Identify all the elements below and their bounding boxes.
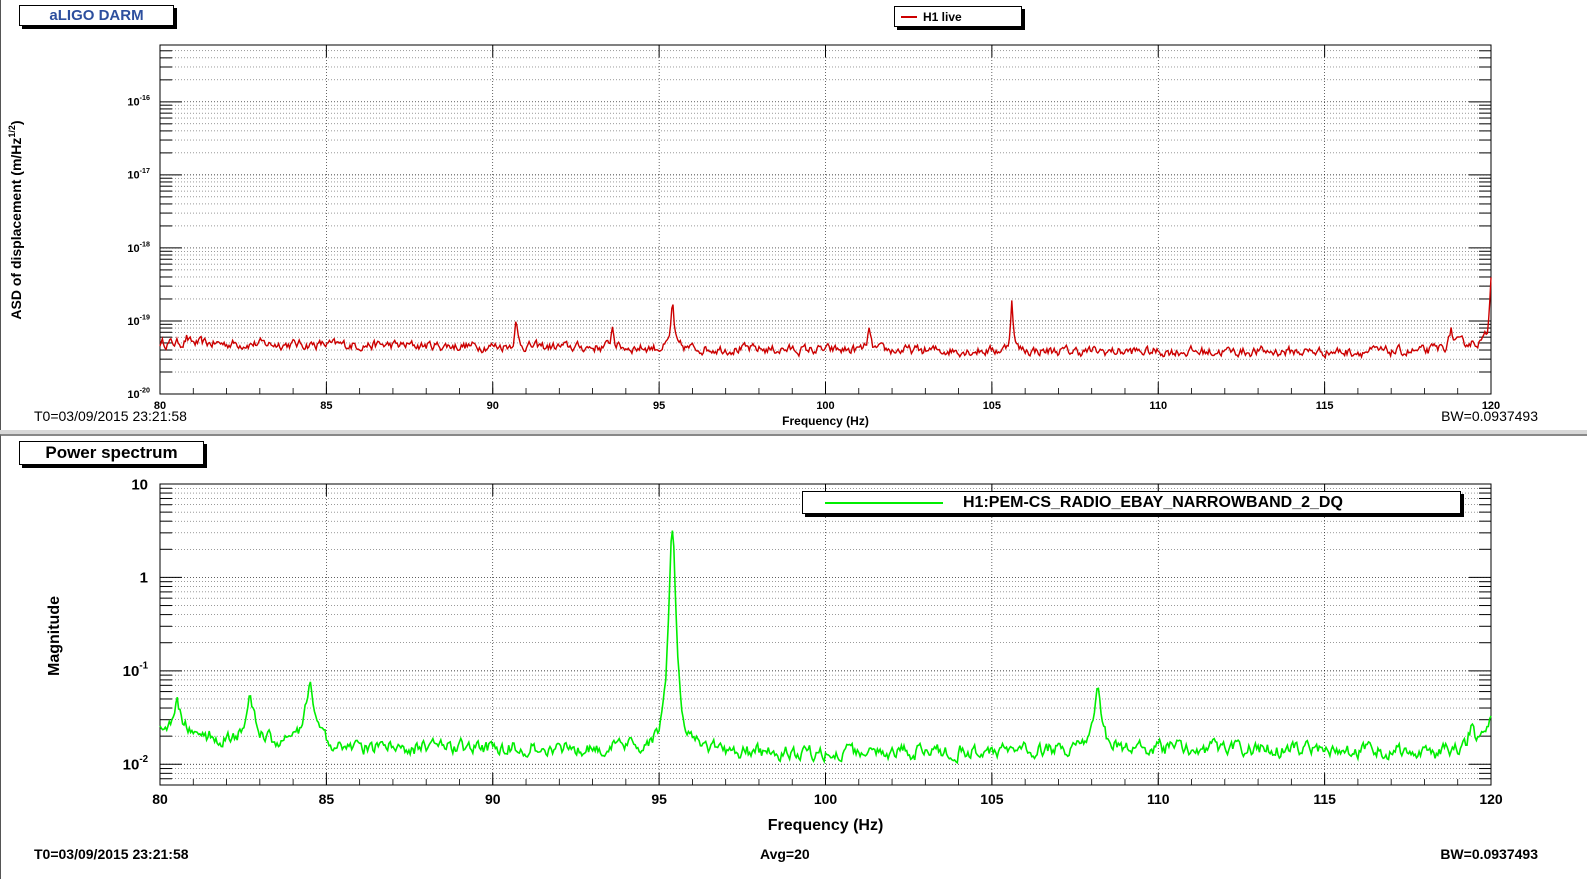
- x-tick-label: 90: [487, 400, 499, 412]
- y-tick-exponent: -16: [140, 94, 150, 102]
- y-tick-exponent: -20: [140, 386, 150, 394]
- x-tick-label: 115: [1316, 400, 1334, 412]
- darm-t0-label: T0=03/09/2015 23:21:58: [34, 408, 187, 424]
- y-tick-label: 10-2: [123, 754, 149, 774]
- power-spectrum-legend-swatch: [825, 502, 943, 504]
- darm-bw-label: BW=0.0937493: [1441, 408, 1538, 424]
- y-tick-mantissa: 10: [127, 389, 139, 401]
- x-axis-label: Frequency (Hz): [782, 414, 869, 428]
- y-tick-mantissa: 10: [127, 316, 139, 328]
- y-tick-exponent: -18: [140, 240, 150, 248]
- power-spectrum-legend-label: H1:PEM-CS_RADIO_EBAY_NARROWBAND_2_DQ: [963, 494, 1343, 511]
- power-spectrum-panel: Power spectrum 80 85 90 95 100 105 110 115 120 10…: [0, 434, 1587, 879]
- y-tick-exponent: -17: [140, 167, 150, 175]
- x-tick-label: 115: [1313, 791, 1336, 807]
- x-tick-label: 100: [816, 400, 834, 412]
- y-tick-mantissa: 10: [127, 170, 139, 182]
- y-tick-label: 10-17: [127, 167, 150, 182]
- y-tick-label: 10-20: [127, 386, 150, 401]
- ps-t0-label: T0=03/09/2015 23:21:58: [34, 846, 189, 862]
- x-tick-label: 105: [980, 791, 1004, 807]
- y-tick-exponent: -19: [140, 313, 150, 321]
- x-axis-label: Frequency (Hz): [768, 817, 884, 834]
- y-tick-mantissa: 10: [123, 757, 140, 774]
- y-tick-label: 10: [131, 476, 148, 493]
- y-tick-mantissa: 1: [140, 570, 148, 587]
- power-spectrum-legend: H1:PEM-CS_RADIO_EBAY_NARROWBAND_2_DQ: [802, 491, 1461, 514]
- y-tick-mantissa: 10: [127, 97, 139, 109]
- x-tick-label: 105: [983, 400, 1001, 412]
- y-axis-label-superscript: 1/2: [7, 125, 17, 138]
- y-axis-label-main: ASD of displacement (m/Hz: [8, 138, 24, 320]
- ps-avg-label: Avg=20: [760, 846, 810, 862]
- x-tick-label: 80: [152, 791, 168, 807]
- x-tick-label: 95: [653, 400, 665, 412]
- x-tick-label: 110: [1147, 791, 1170, 807]
- y-tick-label: 10-1: [123, 661, 149, 681]
- x-tick-label: 110: [1149, 400, 1167, 412]
- y-tick-mantissa: 10: [123, 663, 140, 680]
- y-tick-label: 10-19: [127, 313, 150, 328]
- x-tick-label: 100: [814, 791, 838, 807]
- x-tick-label: 120: [1479, 791, 1503, 807]
- y-tick-label: 10-18: [127, 240, 150, 255]
- y-axis-label: ASD of displacement (m/Hz1/2): [7, 120, 24, 319]
- darm-asd-chart: 80 85 90 95 100 105 110 115 12010-2010-1910-1810…: [7, 44, 1500, 428]
- y-tick-mantissa: 10: [131, 476, 148, 493]
- y-tick-label: 1: [140, 570, 148, 587]
- ps-bw-label: BW=0.0937493: [1440, 846, 1538, 862]
- x-tick-label: 95: [651, 791, 667, 807]
- y-tick-exponent: -1: [139, 661, 148, 672]
- x-tick-label: 90: [485, 791, 501, 807]
- y-axis-label-close: ): [8, 120, 24, 125]
- y-tick-mantissa: 10: [127, 243, 139, 255]
- y-tick-exponent: -2: [139, 754, 148, 765]
- x-tick-label: 85: [319, 791, 335, 807]
- x-tick-label: 85: [320, 400, 332, 412]
- y-tick-label: 10-16: [127, 94, 150, 109]
- darm-panel: aLIGO DARM H1 live 80 85 90 95 100 105 110 115 1…: [0, 0, 1587, 430]
- y-axis-label: Magnitude: [46, 596, 63, 676]
